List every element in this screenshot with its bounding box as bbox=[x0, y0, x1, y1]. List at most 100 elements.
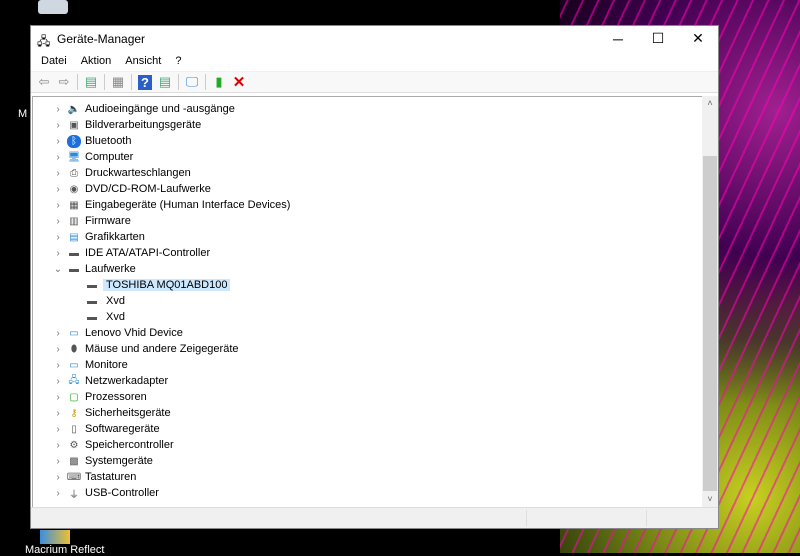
update-driver-icon[interactable]: ▦ bbox=[108, 73, 128, 91]
chevron-right-icon[interactable]: › bbox=[53, 184, 63, 195]
close-button[interactable]: ✕ bbox=[678, 26, 718, 51]
tree-child-item[interactable]: ▬ TOSHIBA MQ01ABD100 bbox=[85, 277, 231, 293]
tree-item[interactable]: › 🔈 Audioeingänge und -ausgänge bbox=[53, 101, 235, 117]
tree-item[interactable]: › ▢ Prozessoren bbox=[53, 389, 146, 405]
scan-hardware-icon[interactable]: 🖵 bbox=[182, 73, 202, 91]
chevron-right-icon[interactable]: › bbox=[53, 248, 63, 259]
chevron-right-icon[interactable]: › bbox=[53, 472, 63, 483]
controller-icon: ▬ bbox=[69, 247, 79, 259]
help-icon[interactable]: ? bbox=[135, 73, 155, 91]
drive-icon: ▬ bbox=[87, 295, 97, 307]
computer-icon: 🖥 bbox=[67, 151, 81, 163]
tree-item-label: Xvd bbox=[106, 311, 125, 323]
desktop-icon-label-partial: M bbox=[18, 108, 28, 120]
tree-item-label: DVD/CD-ROM-Laufwerke bbox=[85, 183, 211, 195]
scroll-down-icon[interactable]: ˅ bbox=[702, 494, 718, 508]
tree-item[interactable]: › ▤ Grafikkarten bbox=[53, 229, 145, 245]
tree-item[interactable]: › ⬮ Mäuse und andere Zeigegeräte bbox=[53, 341, 238, 357]
monitor-icon: ▭ bbox=[69, 359, 79, 371]
chevron-right-icon[interactable]: › bbox=[53, 136, 63, 147]
chevron-right-icon[interactable]: › bbox=[53, 408, 63, 419]
tree-item[interactable]: › ▩ Systemgeräte bbox=[53, 453, 153, 469]
tree-item[interactable]: ⌄ ▬ Laufwerke bbox=[53, 261, 136, 277]
scrollbar-thumb[interactable] bbox=[703, 156, 717, 491]
chevron-right-icon[interactable]: › bbox=[53, 376, 63, 387]
bluetooth-icon: ᛒ bbox=[67, 134, 81, 148]
keyboard-icon: ⌨ bbox=[66, 471, 82, 483]
tree-item-label: Laufwerke bbox=[85, 263, 136, 275]
scroll-up-icon[interactable]: ˄ bbox=[702, 98, 718, 112]
macrium-reflect-icon[interactable] bbox=[40, 530, 70, 544]
minimize-button[interactable]: ─ bbox=[598, 26, 638, 51]
tree-item[interactable]: › ▦ Eingabegeräte (Human Interface Devices… bbox=[53, 197, 290, 213]
software-device-icon: ▯ bbox=[71, 423, 77, 435]
menu-bar: Datei Aktion Ansicht ? bbox=[31, 51, 718, 71]
tree-item[interactable]: › ▭ Monitore bbox=[53, 357, 127, 373]
tree-item-label: Bluetooth bbox=[85, 135, 132, 147]
tree-child-item[interactable]: ▬ Xvd bbox=[85, 293, 128, 309]
chevron-down-icon[interactable]: ⌄ bbox=[53, 264, 63, 275]
tree-item[interactable]: › ⚷ Sicherheitsgeräte bbox=[53, 405, 170, 421]
recycle-bin-icon[interactable] bbox=[38, 0, 68, 14]
chevron-right-icon[interactable]: › bbox=[53, 216, 63, 227]
usb-icon: ⏚ bbox=[69, 489, 79, 501]
tree-item[interactable]: › ◉ DVD/CD-ROM-Laufwerke bbox=[53, 181, 211, 197]
tree-item[interactable]: › ⌨ Tastaturen bbox=[53, 469, 136, 485]
chevron-right-icon[interactable]: › bbox=[53, 344, 63, 355]
tree-item-label: Xvd bbox=[106, 295, 125, 307]
uninstall-icon[interactable]: ✕ bbox=[229, 73, 249, 91]
add-driver-icon[interactable]: ▮ bbox=[209, 73, 229, 91]
vertical-scrollbar[interactable]: ˄ ˅ bbox=[702, 96, 718, 508]
tree-item-label: Netzwerkadapter bbox=[85, 375, 169, 387]
tree-item-label: Systemgeräte bbox=[85, 455, 153, 467]
tree-item-label: Bildverarbeitungsgeräte bbox=[85, 119, 202, 131]
back-icon[interactable]: ⇦ bbox=[34, 73, 54, 91]
menu-ansicht[interactable]: Ansicht bbox=[118, 55, 168, 67]
monitor-icon: ▭ bbox=[69, 327, 79, 339]
tree-item[interactable]: › ⏚ USB-Controller bbox=[53, 485, 159, 501]
chevron-right-icon[interactable]: › bbox=[53, 200, 63, 211]
view-icon[interactable]: ▤ bbox=[155, 73, 175, 91]
drive-icon: ▬ bbox=[87, 311, 97, 323]
tree-item-label: Eingabegeräte (Human Interface Devices) bbox=[85, 199, 291, 211]
title-bar[interactable]: 🖧 Geräte-Manager ─ ☐ ✕ bbox=[31, 26, 718, 51]
chevron-right-icon[interactable]: › bbox=[53, 120, 63, 131]
chevron-right-icon[interactable]: › bbox=[53, 104, 63, 115]
properties-icon[interactable]: ▤ bbox=[81, 73, 101, 91]
tree-item[interactable]: › ⚙ Speichercontroller bbox=[53, 437, 174, 453]
window-title: Geräte-Manager bbox=[57, 31, 146, 46]
menu-datei[interactable]: Datei bbox=[34, 55, 74, 67]
tree-item[interactable]: › ▬ IDE ATA/ATAPI-Controller bbox=[53, 245, 210, 261]
menu-help[interactable]: ? bbox=[168, 55, 188, 67]
device-tree[interactable]: › 🔈 Audioeingänge und -ausgänge › ▣ Bildverar… bbox=[32, 96, 718, 508]
tree-item[interactable]: › ▭ Lenovo Vhid Device bbox=[53, 325, 183, 341]
chevron-right-icon[interactable]: › bbox=[53, 152, 63, 163]
menu-aktion[interactable]: Aktion bbox=[74, 55, 119, 67]
chevron-right-icon[interactable]: › bbox=[53, 232, 63, 243]
chevron-right-icon[interactable]: › bbox=[53, 488, 63, 499]
tree-item[interactable]: › ▣ Bildverarbeitungsgeräte bbox=[53, 117, 201, 133]
chevron-right-icon[interactable]: › bbox=[53, 328, 63, 339]
chevron-right-icon[interactable]: › bbox=[53, 360, 63, 371]
tree-item-label: Lenovo Vhid Device bbox=[85, 327, 183, 339]
tree-item-label: Speichercontroller bbox=[85, 439, 174, 451]
chevron-right-icon[interactable]: › bbox=[53, 424, 63, 435]
forward-icon[interactable]: ⇨ bbox=[54, 73, 74, 91]
tree-item[interactable]: › 🖥 Computer bbox=[53, 149, 133, 165]
speaker-icon: 🔈 bbox=[67, 103, 81, 115]
macrium-reflect-label: Macrium Reflect bbox=[25, 544, 105, 556]
tree-item[interactable]: › 🖧 Netzwerkadapter bbox=[53, 373, 168, 389]
tree-item[interactable]: › ⎙ Druckwarteschlangen bbox=[53, 165, 190, 181]
tree-item[interactable]: › ▥ Firmware bbox=[53, 213, 131, 229]
maximize-button[interactable]: ☐ bbox=[638, 26, 678, 51]
chevron-right-icon[interactable]: › bbox=[53, 392, 63, 403]
tree-item[interactable]: › ᛒ Bluetooth bbox=[53, 133, 131, 149]
chevron-right-icon[interactable]: › bbox=[53, 440, 63, 451]
hid-icon: ▦ bbox=[69, 199, 79, 211]
chevron-right-icon[interactable]: › bbox=[53, 456, 63, 467]
tree-child-item[interactable]: ▬ Xvd bbox=[85, 309, 128, 325]
tree-item-label: USB-Controller bbox=[85, 487, 159, 499]
drive-icon: ▬ bbox=[87, 279, 97, 291]
tree-item[interactable]: › ▯ Softwaregeräte bbox=[53, 421, 159, 437]
chevron-right-icon[interactable]: › bbox=[53, 168, 63, 179]
